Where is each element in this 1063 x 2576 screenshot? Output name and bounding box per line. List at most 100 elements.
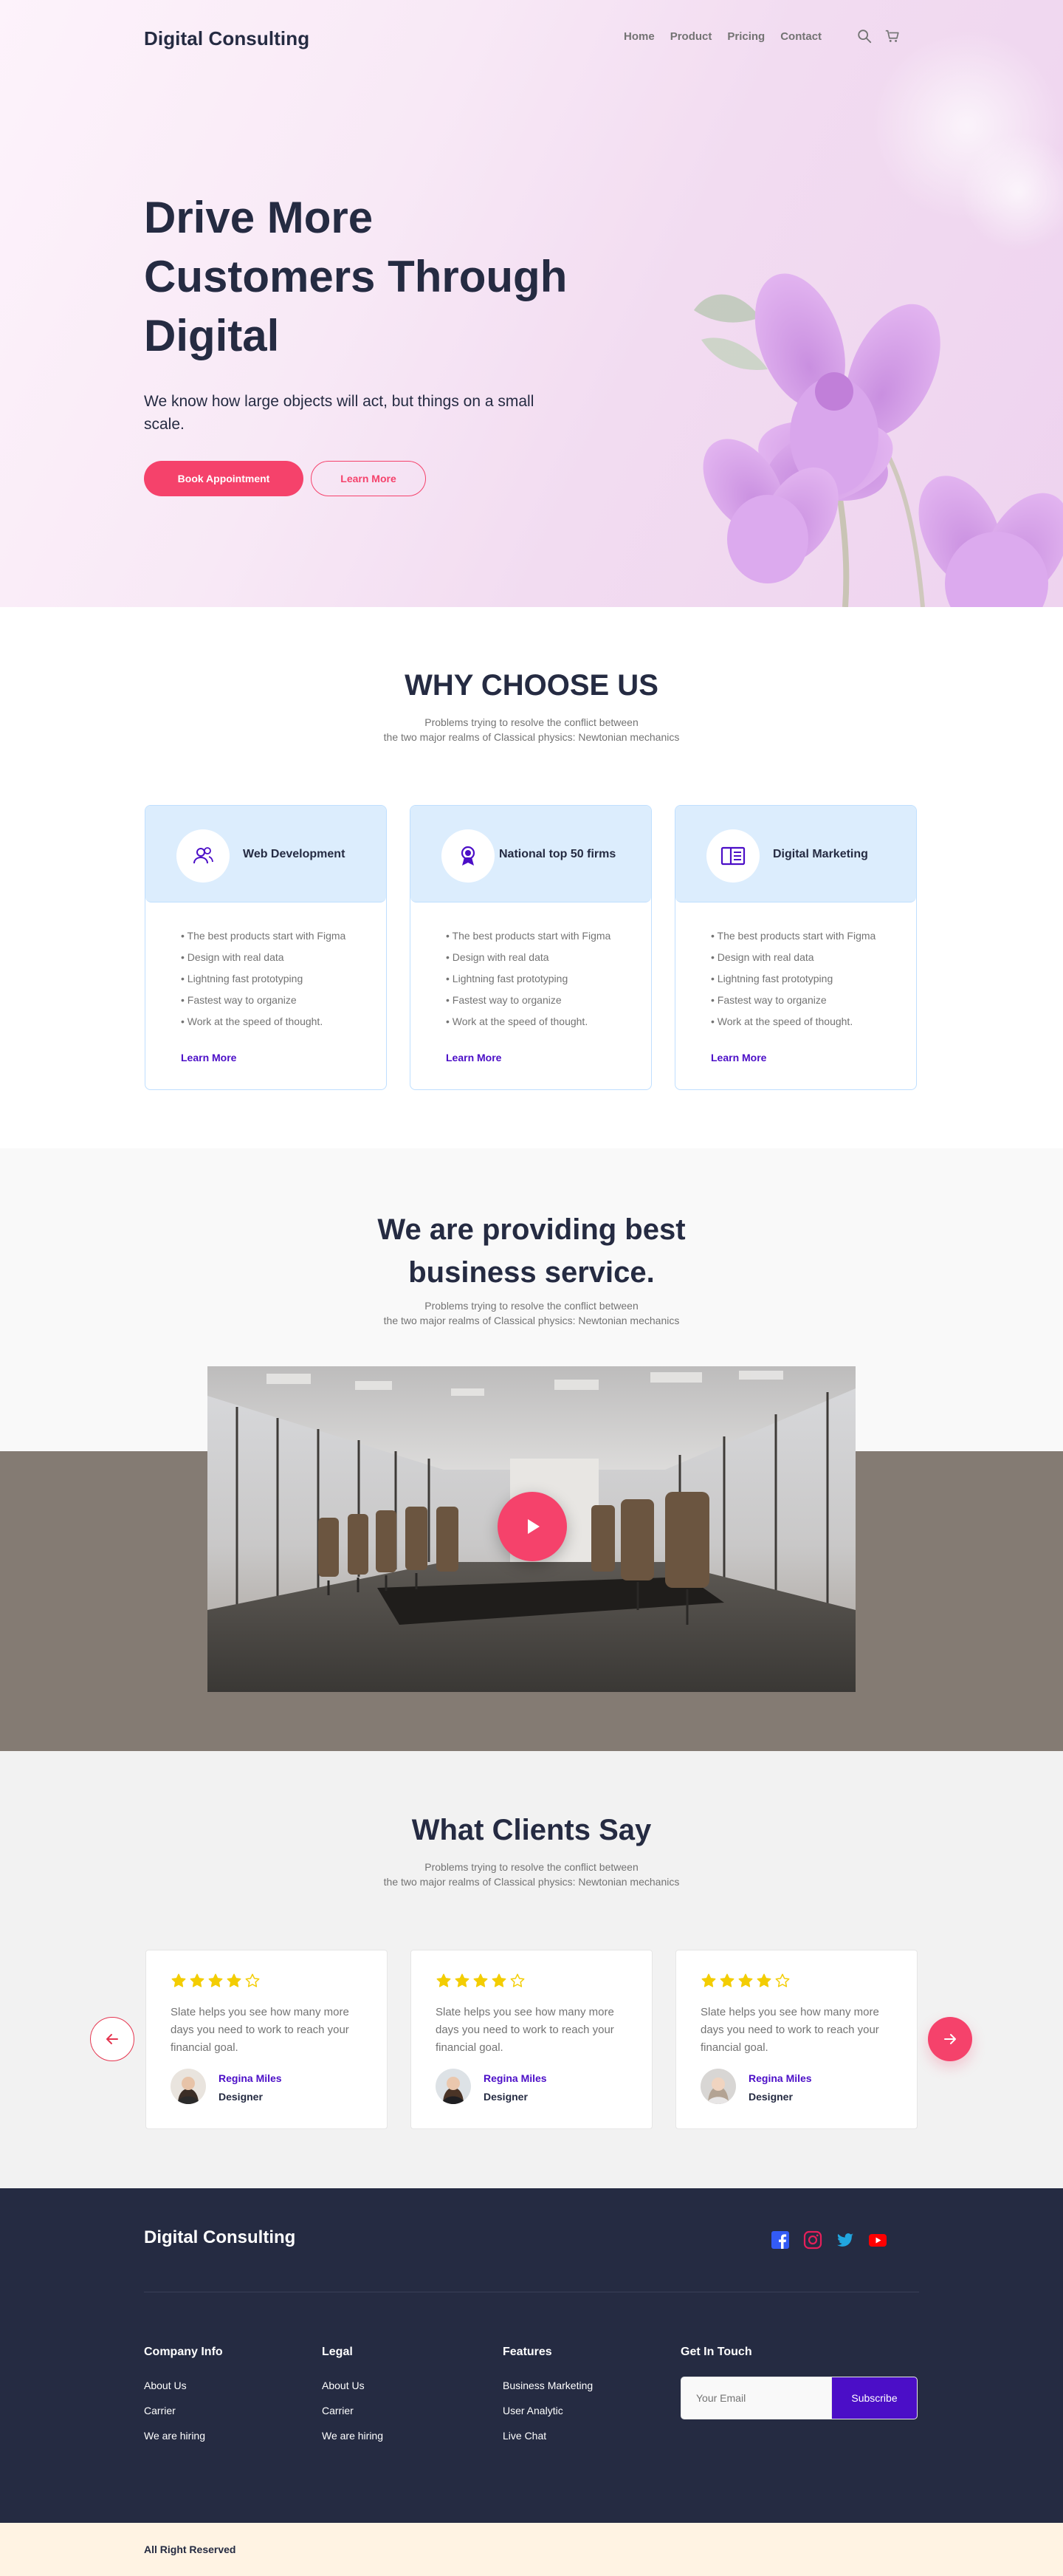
feature-list: The best products start with Figma Desig… [446, 927, 638, 1034]
arrow-left-icon [106, 2034, 118, 2044]
feature-list-item: Lightning fast prototyping [711, 970, 903, 987]
learn-more-button[interactable]: Learn More [311, 461, 426, 496]
feature-card-header: National top 50 firms [410, 806, 651, 902]
star-rating [436, 1973, 526, 1989]
book-appointment-button[interactable]: Book Appointment [144, 461, 303, 496]
why-desc-line: Problems trying to resolve the conflict … [424, 716, 639, 728]
star-filled-icon [208, 1973, 223, 1987]
testimonial-name[interactable]: Regina Miles [484, 2072, 547, 2084]
feature-card-title: Web Development [243, 848, 345, 860]
footer-column-title: Legal [322, 2346, 353, 2358]
testimonial-card: Slate helps you see how many more days y… [410, 1950, 653, 2129]
footer-link[interactable]: Carrier [144, 2405, 176, 2416]
cart-icon[interactable] [884, 28, 901, 44]
hero-subtitle: We know how large objects will act, but … [144, 393, 534, 433]
testimonial-quote: Slate helps you see how many more days y… [171, 2006, 349, 2054]
award-icon [461, 846, 475, 866]
video-title: We are providing best business service. [0, 1208, 1063, 1294]
footer-column-title: Company Info [144, 2346, 223, 2358]
star-filled-icon [190, 1973, 204, 1987]
navbar: Digital Consulting Home Product Pricing … [144, 0, 919, 74]
feature-list-item: Design with real data [711, 948, 903, 966]
testimonials-desc-line: Problems trying to resolve the conflict … [424, 1861, 639, 1873]
star-empty-icon [510, 1973, 525, 1987]
testimonial-quote: Slate helps you see how many more days y… [701, 2006, 879, 2054]
play-icon [528, 1519, 540, 1534]
star-filled-icon [720, 1973, 735, 1987]
star-filled-icon [171, 1973, 186, 1987]
feature-list-item: Fastest way to organize [711, 991, 903, 1009]
footer-link[interactable]: User Analytic [503, 2405, 563, 2416]
star-filled-icon [227, 1973, 241, 1987]
newsletter-title: Get In Touch [681, 2346, 752, 2358]
search-icon[interactable] [856, 28, 873, 44]
footer-link[interactable]: About Us [322, 2380, 365, 2391]
testimonial-role: Designer [484, 2091, 528, 2103]
why-description: Problems trying to resolve the conflict … [0, 715, 1063, 744]
users-icon [193, 847, 213, 864]
avatar [436, 2069, 471, 2104]
feature-learn-more-link[interactable]: Learn More [711, 1052, 766, 1063]
feature-list-item: The best products start with Figma [446, 927, 638, 945]
feature-card-national-top-50: National top 50 firms The best products … [410, 805, 652, 1090]
star-empty-icon [775, 1973, 790, 1987]
youtube-icon[interactable] [868, 2230, 887, 2250]
feature-list-item: The best products start with Figma [711, 927, 903, 945]
nav-links: Home Product Pricing Contact [624, 30, 822, 43]
testimonials-title: What Clients Say [411, 1814, 652, 1846]
feature-card-title: Digital Marketing [773, 848, 868, 860]
testimonial-role: Designer [749, 2091, 793, 2103]
avatar [171, 2069, 206, 2104]
star-filled-icon [455, 1973, 469, 1987]
feature-card-header: Digital Marketing [675, 806, 916, 902]
star-rating [171, 1973, 261, 1989]
why-title: WHY CHOOSE US [405, 669, 658, 702]
feature-list-item: The best products start with Figma [181, 927, 373, 945]
feature-list: The best products start with Figma Desig… [181, 927, 373, 1034]
footer-column-title: Features [503, 2346, 552, 2358]
next-testimonial-button[interactable] [928, 2017, 972, 2061]
nav-link-product[interactable]: Product [670, 30, 712, 43]
prev-testimonial-button[interactable] [90, 2017, 134, 2061]
testimonial-card: Slate helps you see how many more days y… [145, 1950, 388, 2129]
feature-list-item: Lightning fast prototyping [446, 970, 638, 987]
feature-list-item: Work at the speed of thought. [446, 1013, 638, 1030]
star-filled-icon [701, 1973, 716, 1987]
copyright-text: All Right Reserved [144, 2544, 236, 2555]
feature-icon-circle [706, 829, 760, 883]
testimonial-quote: Slate helps you see how many more days y… [436, 2006, 614, 2054]
footer-brand[interactable]: Digital Consulting [144, 2227, 295, 2248]
hero-glow [960, 133, 1063, 251]
star-filled-icon [492, 1973, 506, 1987]
footer-link[interactable]: Carrier [322, 2405, 354, 2416]
testimonial-name[interactable]: Regina Miles [749, 2072, 812, 2084]
feature-learn-more-link[interactable]: Learn More [181, 1052, 236, 1063]
footer-link[interactable]: About Us [144, 2380, 187, 2391]
testimonial-card: Slate helps you see how many more days y… [675, 1950, 918, 2129]
feature-card-title: National top 50 firms [499, 848, 616, 860]
hero-section: Digital Consulting Home Product Pricing … [0, 0, 1063, 607]
email-input[interactable] [681, 2377, 831, 2419]
video-title-line: We are providing best [377, 1213, 686, 1246]
subscribe-button[interactable]: Subscribe [831, 2377, 918, 2419]
testimonial-name[interactable]: Regina Miles [219, 2072, 282, 2084]
footer-link[interactable]: We are hiring [144, 2430, 205, 2442]
brand-logo[interactable]: Digital Consulting [144, 27, 309, 50]
feature-learn-more-link[interactable]: Learn More [446, 1052, 501, 1063]
star-empty-icon [245, 1973, 260, 1987]
nav-link-pricing[interactable]: Pricing [727, 30, 765, 43]
video-title-line: business service. [408, 1256, 655, 1289]
facebook-icon[interactable] [771, 2230, 790, 2250]
footer-link[interactable]: Business Marketing [503, 2380, 593, 2391]
footer-link[interactable]: We are hiring [322, 2430, 383, 2442]
testimonials-desc-line: the two major realms of Classical physic… [383, 1876, 680, 1888]
instagram-icon[interactable] [803, 2230, 822, 2250]
nav-link-contact[interactable]: Contact [780, 30, 822, 43]
nav-link-home[interactable]: Home [624, 30, 655, 43]
twitter-icon[interactable] [836, 2230, 855, 2250]
video-desc-line: Problems trying to resolve the conflict … [424, 1300, 639, 1312]
book-icon [720, 846, 746, 866]
hero-title: Drive More Customers Through Digital [144, 193, 568, 360]
play-video-button[interactable] [498, 1492, 567, 1561]
footer-link[interactable]: Live Chat [503, 2430, 546, 2442]
